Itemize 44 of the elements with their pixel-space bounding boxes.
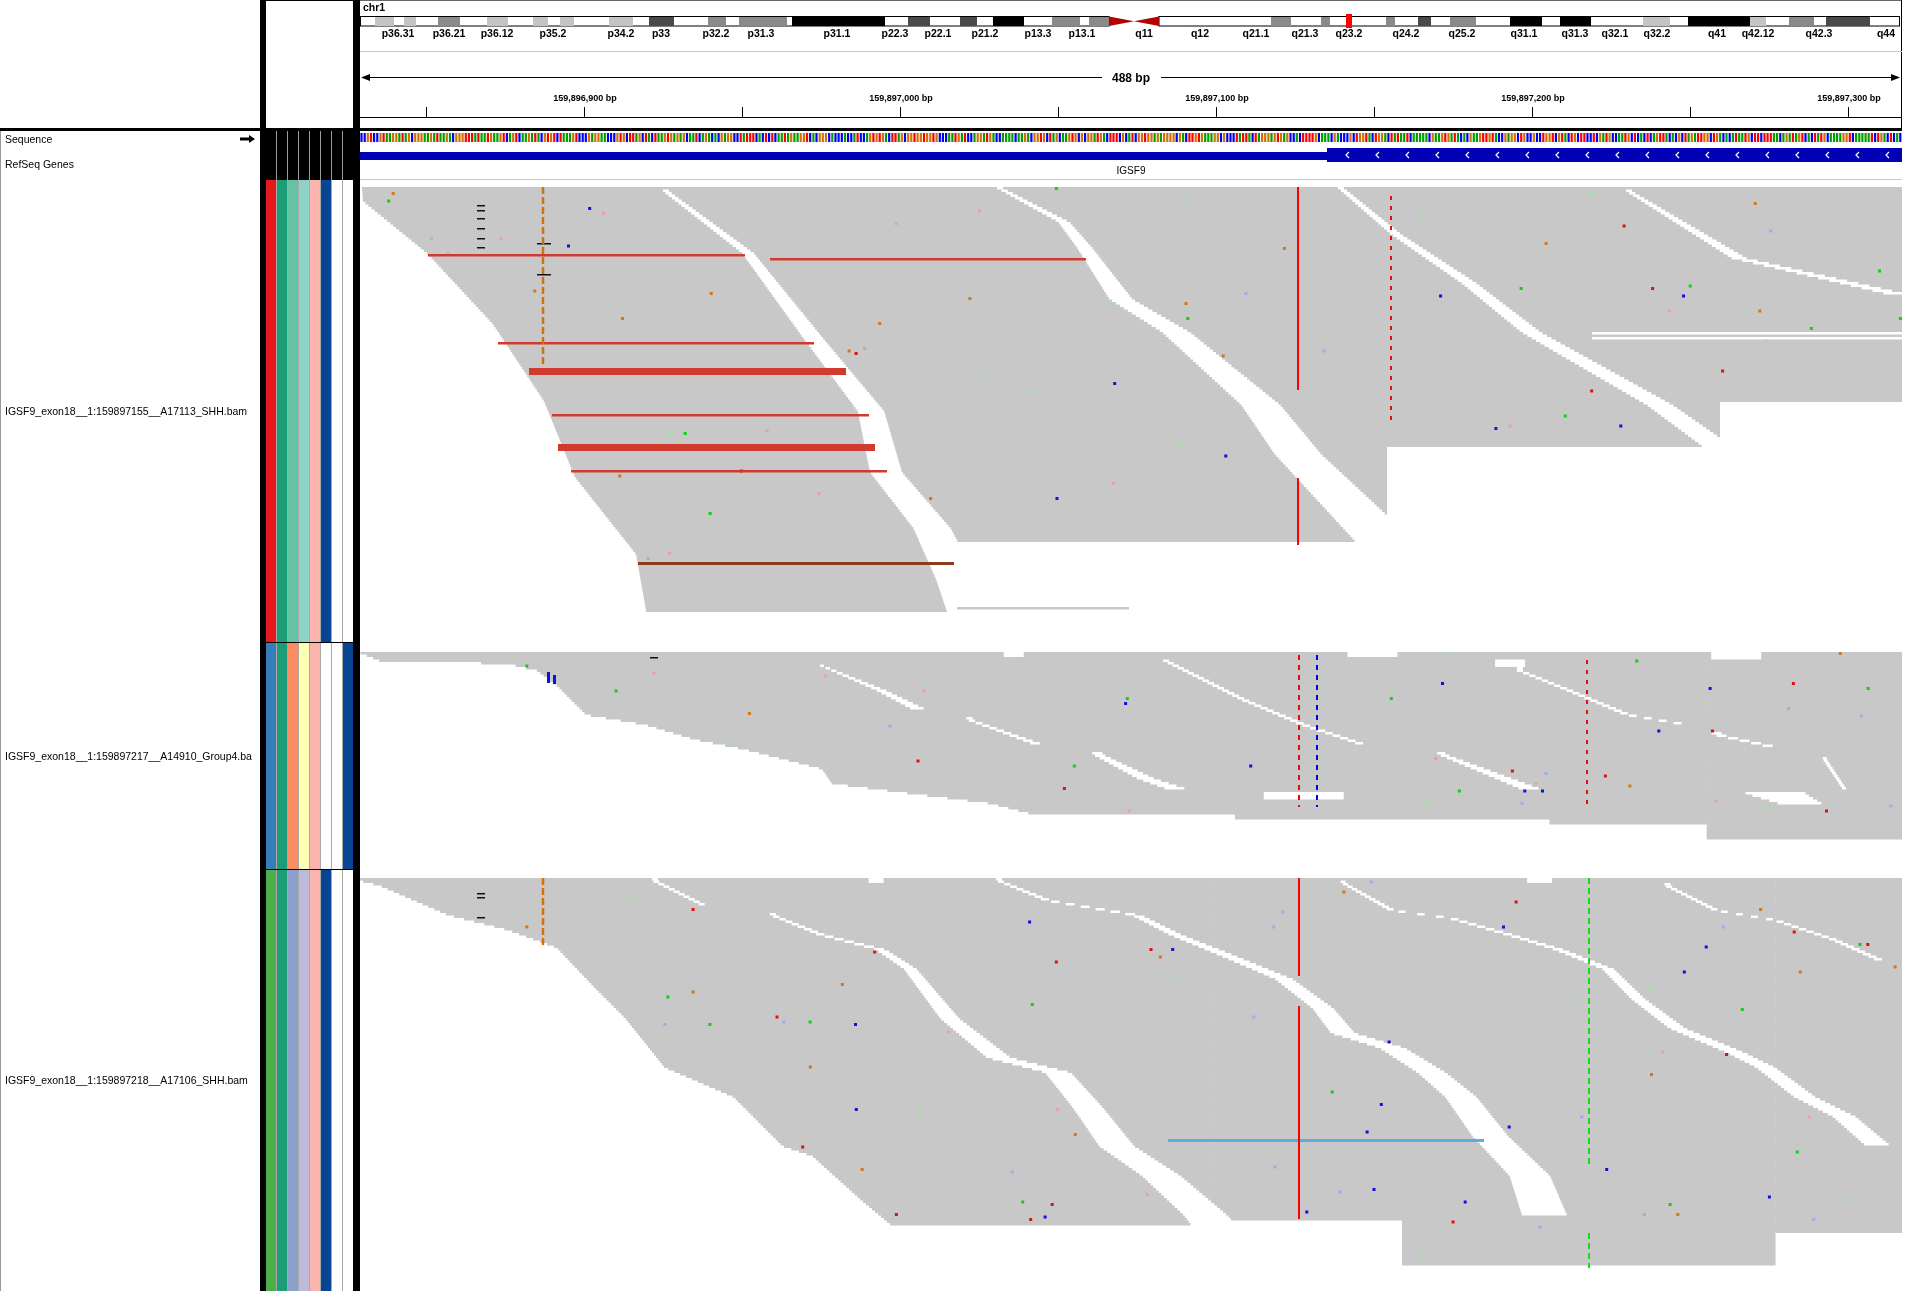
cytoband-label: p13.3: [1024, 26, 1052, 39]
cytoband-label: q25.2: [1448, 26, 1476, 39]
cytoband-label: p35.2: [539, 26, 567, 39]
position-label: 159,897,100 bp: [1185, 93, 1249, 103]
chromosome-label: chr1: [363, 1, 386, 13]
cytoband-label: q31.3: [1561, 26, 1589, 39]
cytoband-label: p31.3: [747, 26, 775, 39]
cytoband-label: q41: [1707, 26, 1727, 39]
track-name[interactable]: RefSeq Genes: [5, 157, 74, 170]
cytoband-label: p22.1: [924, 26, 952, 39]
cytoband-label: p32.2: [702, 26, 730, 39]
cytoband-label: q32.1: [1601, 26, 1629, 39]
cytoband-label: p31.1: [823, 26, 851, 39]
cytoband-label: q23.2: [1335, 26, 1363, 39]
cytoband-label: q21.1: [1242, 26, 1270, 39]
track-name[interactable]: IGSF9_exon18__1:159897218__A17106_SHH.bam: [5, 1074, 248, 1086]
cytoband-label: p22.3: [881, 26, 909, 39]
cytoband-label: q44: [1876, 26, 1896, 39]
region-length-label: 488 bp: [1112, 71, 1150, 85]
cytoband-label: q12: [1190, 26, 1210, 39]
cytoband-label: q24.2: [1392, 26, 1420, 39]
gene-label: IGSF9: [1116, 165, 1146, 176]
track-name[interactable]: IGSF9_exon18__1:159897217__A14910_Group4.ba: [5, 749, 252, 762]
cytoband-label: q42.3: [1805, 26, 1833, 39]
gene-feature[interactable]: [360, 148, 1902, 162]
cytoband-label: p36.31: [381, 26, 415, 39]
cytoband-label: p13.1: [1068, 26, 1096, 39]
cytoband-label: p36.12: [480, 26, 514, 39]
cytoband-label: p36.21: [432, 26, 466, 39]
cytoband-label: q21.3: [1291, 26, 1319, 39]
cytoband-label: p21.2: [971, 26, 999, 39]
cytoband-label: q32.2: [1643, 26, 1671, 39]
position-label: 159,897,300 bp: [1817, 93, 1881, 103]
cytoband-label: p34.2: [607, 26, 635, 39]
position-label: 159,896,900 bp: [553, 93, 617, 103]
position-label: 159,897,000 bp: [869, 93, 933, 103]
position-label: 159,897,200 bp: [1501, 93, 1565, 103]
track-name[interactable]: IGSF9_exon18__1:159897155__A17113_SHH.bam: [5, 405, 248, 417]
cytoband-label: q11: [1135, 26, 1153, 39]
cytoband-label: q42.12: [1741, 26, 1775, 39]
track-name[interactable]: Sequence: [5, 133, 53, 145]
strand-arrow-icon[interactable]: [240, 135, 255, 143]
cytoband-label: q31.1: [1510, 26, 1538, 39]
cytoband-label: p33: [651, 26, 671, 39]
